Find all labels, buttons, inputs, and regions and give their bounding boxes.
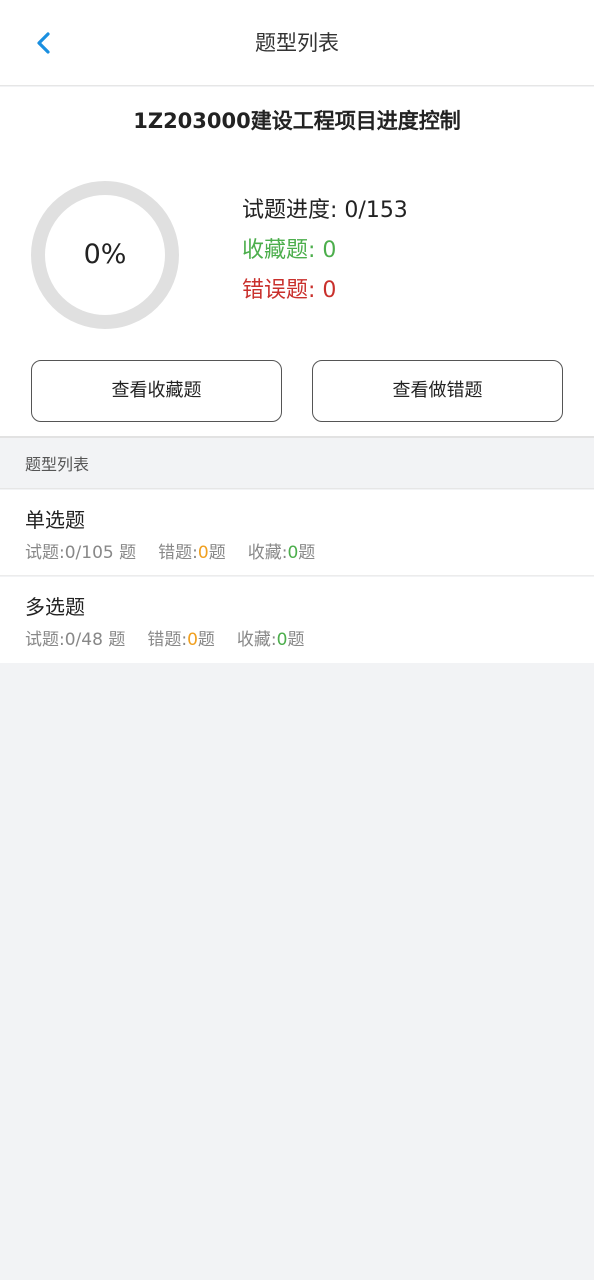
stat-wrong-label: 错误题: — [242, 278, 323, 303]
stat-favorites-label: 收藏题: — [242, 238, 323, 263]
stat-question-progress-label: 试题进度: — [242, 198, 345, 223]
back-button[interactable] — [22, 22, 66, 66]
question-progress-label: 试题: — [25, 543, 65, 563]
favorite-count-value: 0 — [276, 630, 288, 650]
stat-question-progress: 试题进度: 0/153 — [242, 192, 408, 224]
favorite-count-suffix: 题 — [298, 543, 316, 563]
progress-percent: 0% — [83, 239, 127, 270]
question-progress-value: 0/105 题 — [64, 543, 137, 563]
list-item-single-choice[interactable]: 单选题 试题:0/105 题错题:0题 收藏:0题 — [0, 490, 594, 576]
stat-wrong-value: 0 — [322, 278, 337, 303]
stat-favorites-value: 0 — [322, 238, 337, 263]
progress-summary: 1Z203000建设工程项目进度控制 0% 试题进度: 0/153 收藏题: 0… — [0, 87, 594, 438]
list-item-title: 多选题 — [25, 595, 85, 619]
list-item-multiple-choice[interactable]: 多选题 试题:0/48 题错题:0题 收藏:0题 — [0, 577, 594, 663]
section-header: 题型列表 — [0, 440, 594, 489]
favorite-count-value: 0 — [287, 543, 299, 563]
question-progress-value: 0/48 题 — [64, 630, 126, 650]
wrong-count-value: 0 — [197, 543, 209, 563]
favorite-count-label: 收藏: — [247, 543, 288, 563]
view-wrong-button[interactable]: 查看做错题 — [312, 360, 563, 422]
stat-question-progress-value: 0/153 — [344, 198, 408, 223]
section-label: 题型列表 — [25, 455, 90, 474]
list-item-meta: 试题:0/105 题错题:0题 收藏:0题 — [25, 538, 315, 563]
view-favorites-button[interactable]: 查看收藏题 — [31, 360, 282, 422]
question-progress-label: 试题: — [25, 630, 65, 650]
favorite-count-label: 收藏: — [236, 630, 277, 650]
wrong-count-label: 错题: — [158, 543, 198, 563]
favorite-count-suffix: 题 — [287, 630, 305, 650]
top-bar: 题型列表 — [0, 0, 594, 86]
list-item-title: 单选题 — [25, 508, 85, 532]
chevron-left-icon — [37, 32, 50, 54]
course-title: 1Z203000建设工程项目进度控制 — [133, 109, 461, 133]
wrong-count-label: 错题: — [147, 630, 188, 650]
stat-favorites: 收藏题: 0 — [242, 232, 336, 264]
list-item-meta: 试题:0/48 题错题:0题 收藏:0题 — [25, 625, 304, 650]
wrong-count-value: 0 — [187, 630, 198, 650]
wrong-count-suffix: 题 — [208, 543, 226, 563]
page-title: 题型列表 — [255, 31, 339, 55]
stat-wrong: 错误题: 0 — [242, 272, 336, 304]
wrong-count-suffix: 题 — [197, 630, 215, 650]
